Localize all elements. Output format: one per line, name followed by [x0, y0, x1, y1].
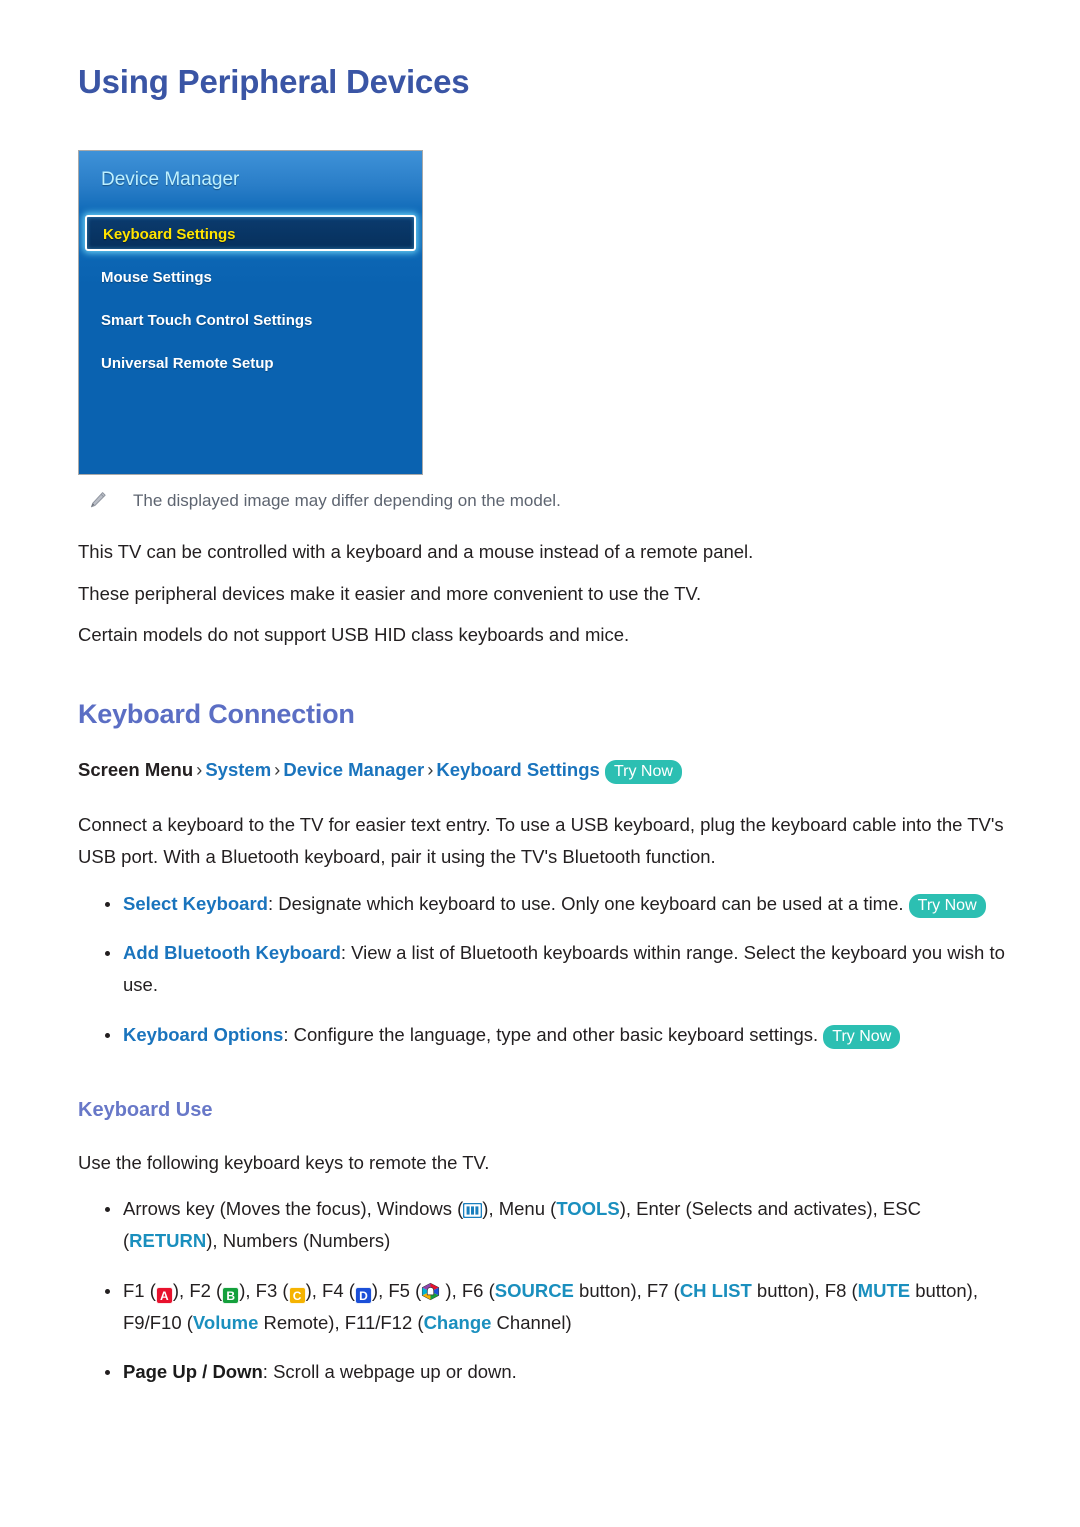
fkeys-f11: Remote), F11/F12 (	[258, 1311, 424, 1333]
section-title-keyboard-connection: Keyboard Connection	[78, 698, 355, 729]
intro-paragraph-1: This TV can be controlled with a keyboar…	[78, 541, 754, 563]
color-key-b-icon: B	[222, 1286, 240, 1304]
bullet-term-select-keyboard[interactable]: Select Keyboard	[123, 893, 268, 914]
tv-menu-item-mouse-settings[interactable]: Mouse Settings	[79, 262, 422, 294]
tv-menu-screenshot: Device Manager Keyboard Settings Mouse S…	[78, 149, 423, 475]
tv-menu-item-smart-touch-control-settings[interactable]: Smart Touch Control Settings	[79, 305, 422, 337]
fkeys-f12: Channel)	[491, 1311, 572, 1333]
intro-paragraph-2: These peripheral devices make it easier …	[78, 582, 702, 604]
breadcrumb-item-device-manager[interactable]: Device Manager	[283, 759, 424, 780]
intro-paragraphs: This TV can be controlled with a keyboar…	[78, 536, 1008, 651]
arrows-bullet-part2: ), Menu (	[482, 1198, 557, 1220]
bullet-text: : Configure the language, type and other…	[283, 1024, 819, 1046]
keyword-ch-list: CH LIST	[679, 1279, 752, 1301]
breadcrumb-item-keyboard-settings[interactable]: Keyboard Settings	[436, 759, 599, 780]
subsection-title-keyboard-use: Keyboard Use	[78, 1098, 213, 1121]
breadcrumb-separator-3: ›	[427, 759, 434, 781]
arrows-bullet-part4: ), Numbers (Numbers)	[206, 1230, 391, 1252]
color-key-a-icon: A	[155, 1286, 173, 1304]
arrows-bullet-part1: Arrows key (Moves the focus), Windows (	[123, 1198, 464, 1220]
keyword-tools: TOOLS	[556, 1198, 620, 1220]
fkeys-f3: ), F3 (	[239, 1279, 289, 1301]
keyboard-connection-paragraph: Connect a keyboard to the TV for easier …	[78, 813, 1004, 868]
page-title: Using Peripheral Devices	[78, 63, 470, 100]
content-column: Using Peripheral Devices Device Manager …	[78, 62, 1008, 1388]
color-key-d-icon: D	[354, 1286, 372, 1304]
bullet-text: : Designate which keyboard to use. Only …	[267, 892, 904, 914]
tv-menu-header: Device Manager	[79, 150, 422, 213]
list-item: Keyboard Options: Configure the language…	[78, 1019, 1008, 1051]
try-now-badge[interactable]: Try Now	[908, 893, 986, 918]
keyword-mute: MUTE	[857, 1279, 911, 1301]
breadcrumb-separator-1: ›	[196, 759, 203, 781]
fkeys-f8: button), F8 (	[751, 1279, 858, 1301]
breadcrumb-root: Screen Menu	[78, 759, 194, 781]
intro-paragraph-3: Certain models do not support USB HID cl…	[78, 624, 630, 646]
bullet-term-add-bluetooth-keyboard[interactable]: Add Bluetooth Keyboard	[123, 942, 341, 963]
fkeys-f5: ), F5 (	[371, 1279, 422, 1301]
fkeys-f1: F1 (	[123, 1279, 156, 1301]
list-item: Select Keyboard: Designate which keyboar…	[78, 888, 1008, 920]
try-now-badge[interactable]: Try Now	[823, 1025, 901, 1050]
fkeys-f2: ), F2 (	[172, 1279, 223, 1301]
keyboard-connection-bullets: Select Keyboard: Designate which keyboar…	[78, 888, 1008, 1051]
breadcrumb: Screen Menu › System › Device Manager › Keyboa…	[78, 755, 1008, 785]
fkeys-f7: button), F7 (	[573, 1279, 680, 1301]
list-item: Page Up / Down: Scroll a webpage up or d…	[78, 1356, 1008, 1388]
model-note-text: The displayed image may differ depending…	[133, 490, 561, 510]
keyword-volume: Volume	[192, 1311, 259, 1333]
smart-hub-icon	[421, 1279, 440, 1300]
pencil-icon	[88, 490, 108, 510]
breadcrumb-separator-2: ›	[274, 759, 281, 781]
color-key-c-icon: C	[288, 1286, 306, 1304]
keyboard-use-bullets: Arrows key (Moves the focus), Windows ()…	[78, 1193, 1008, 1388]
list-item: Add Bluetooth Keyboard: View a list of B…	[78, 937, 1008, 1001]
try-now-badge[interactable]: Try Now	[604, 760, 682, 785]
model-note: The displayed image may differ depending…	[88, 489, 1008, 513]
list-item: Arrows key (Moves the focus), Windows ()…	[78, 1193, 1008, 1257]
keyword-source: SOURCE	[494, 1279, 574, 1301]
keyboard-use-intro: Use the following keyboard keys to remot…	[78, 1151, 490, 1173]
list-item: F1 (A), F2 (B), F3 (C), F4 (D), F5 ( ), …	[78, 1275, 1008, 1339]
keyword-change: Change	[423, 1311, 492, 1333]
document-page: Using Peripheral Devices Device Manager …	[0, 0, 1080, 1527]
tv-menu-item-keyboard-settings[interactable]: Keyboard Settings	[85, 214, 416, 251]
bullet-term-keyboard-options[interactable]: Keyboard Options	[123, 1024, 283, 1045]
tv-menu-item-universal-remote-setup[interactable]: Universal Remote Setup	[79, 348, 422, 380]
fkeys-f4: ), F4 (	[305, 1279, 355, 1301]
windows-key-icon	[462, 1196, 483, 1219]
tv-menu-list: Keyboard Settings Mouse Settings Smart T…	[79, 212, 422, 474]
breadcrumb-item-system[interactable]: System	[205, 759, 271, 780]
keyword-return: RETURN	[129, 1230, 207, 1252]
bullet-text: : Scroll a webpage up or down.	[262, 1361, 517, 1383]
tv-menu-title: Device Manager	[101, 168, 240, 190]
bullet-term-page-up-down: Page Up / Down	[123, 1361, 263, 1383]
fkeys-f6: ), F6 (	[440, 1279, 495, 1301]
